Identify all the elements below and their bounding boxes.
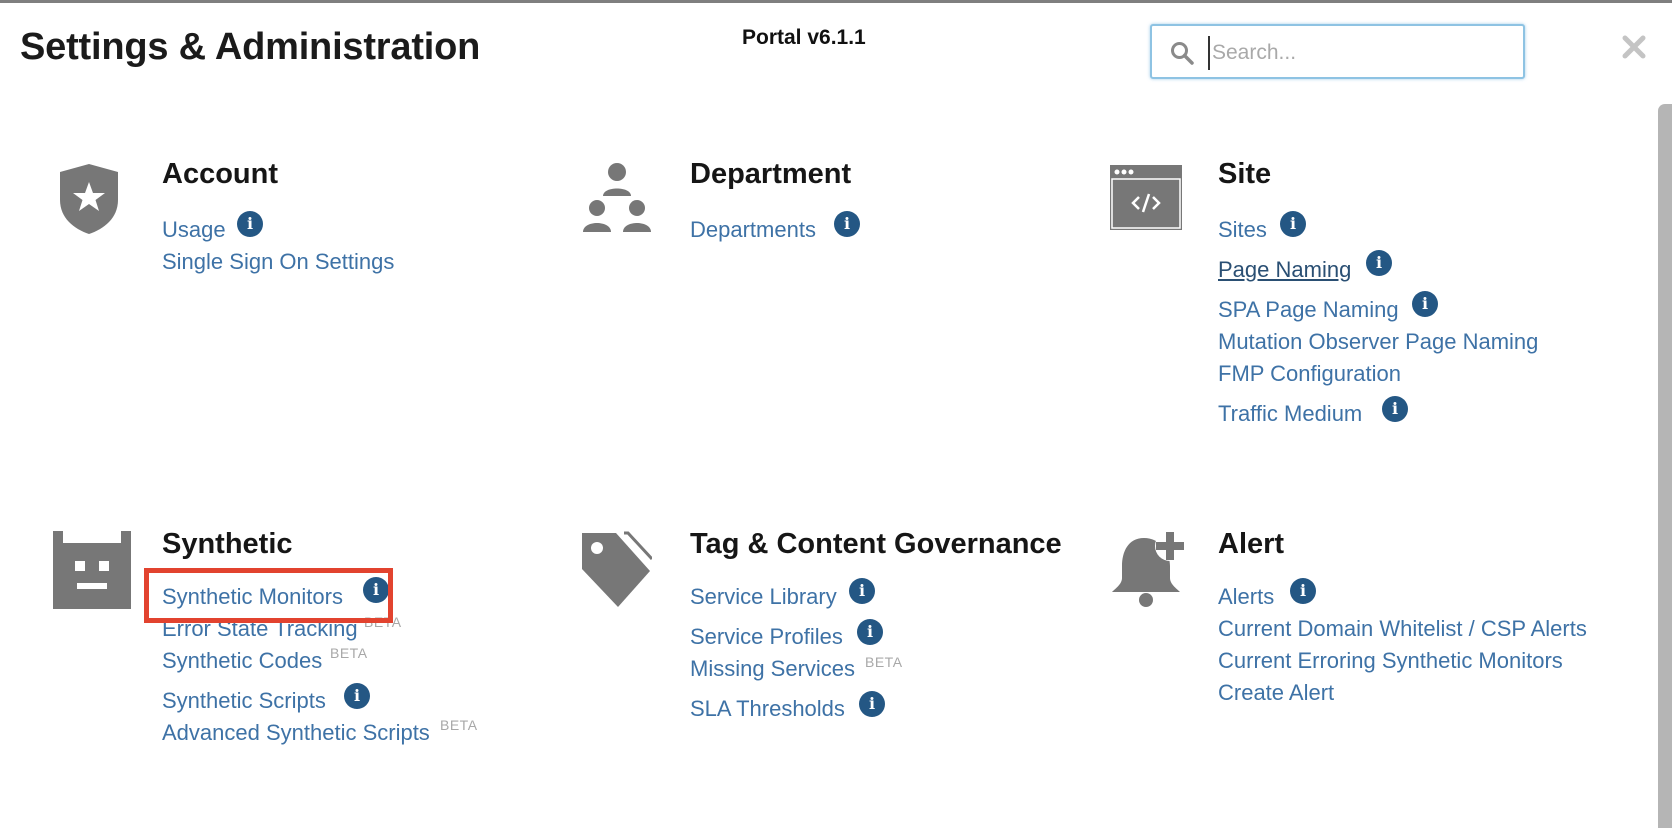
link-mutation-observer-page-naming[interactable]: Mutation Observer Page Naming [1218,329,1538,355]
info-icon[interactable]: i [849,578,875,604]
link-current-domain-whitelist-csp-alerts[interactable]: Current Domain Whitelist / CSP Alerts [1218,616,1587,642]
link-departments[interactable]: Departments [690,217,816,243]
section-title-alert: Alert [1218,528,1285,560]
link-service-library[interactable]: Service Library [690,584,837,610]
link-alerts[interactable]: Alerts [1218,584,1274,610]
info-icon[interactable]: i [344,683,370,709]
org-chart-icon [583,163,651,232]
info-icon[interactable]: i [834,211,860,237]
section-title-site: Site [1218,158,1272,190]
link-usage[interactable]: Usage [162,217,226,243]
section-title-account: Account [162,158,278,190]
info-icon[interactable]: i [1412,291,1438,317]
info-icon[interactable]: i [1366,250,1392,276]
section-title-synthetic: Synthetic [162,528,293,560]
browser-code-icon [1110,165,1182,230]
portal-version: Portal v6.1.1 [742,26,866,49]
bell-plus-icon [1112,531,1185,607]
link-service-profiles[interactable]: Service Profiles [690,624,843,650]
search-input[interactable] [1208,36,1514,70]
link-spa-page-naming[interactable]: SPA Page Naming [1218,297,1399,323]
link-sites[interactable]: Sites [1218,217,1267,243]
section-title-tag: Tag & Content Governance [690,528,1062,560]
info-icon[interactable]: i [1290,578,1316,604]
shield-star-icon [60,164,118,234]
info-icon[interactable]: i [1382,396,1408,422]
info-icon[interactable]: i [237,211,263,237]
tag-icon [582,531,652,607]
link-single-sign-on-settings[interactable]: Single Sign On Settings [162,249,394,275]
link-current-erroring-synthetic-monitors[interactable]: Current Erroring Synthetic Monitors [1218,648,1563,674]
beta-tag: BETA [865,654,903,670]
close-icon[interactable] [1621,34,1647,60]
link-page-naming[interactable]: Page Naming [1218,257,1351,283]
link-advanced-synthetic-scripts[interactable]: Advanced Synthetic Scripts [162,720,430,746]
info-icon[interactable]: i [857,619,883,645]
search-icon [1171,42,1194,65]
highlight-box [144,568,393,623]
section-title-department: Department [690,158,852,190]
beta-tag: BETA [330,645,368,661]
info-icon[interactable]: i [859,691,885,717]
scrollbar[interactable] [1658,104,1672,828]
link-missing-services[interactable]: Missing Services [690,656,855,682]
robot-icon [53,531,131,609]
info-icon[interactable]: i [1280,211,1306,237]
top-border [0,0,1672,3]
beta-tag: BETA [440,717,478,733]
link-fmp-configuration[interactable]: FMP Configuration [1218,361,1401,387]
link-create-alert[interactable]: Create Alert [1218,680,1334,706]
search-box[interactable] [1150,24,1525,79]
link-synthetic-scripts[interactable]: Synthetic Scripts [162,688,326,714]
page-title: Settings & Administration [20,26,481,68]
link-synthetic-codes[interactable]: Synthetic Codes [162,648,322,674]
link-traffic-medium[interactable]: Traffic Medium [1218,401,1362,427]
link-sla-thresholds[interactable]: SLA Thresholds [690,696,845,722]
